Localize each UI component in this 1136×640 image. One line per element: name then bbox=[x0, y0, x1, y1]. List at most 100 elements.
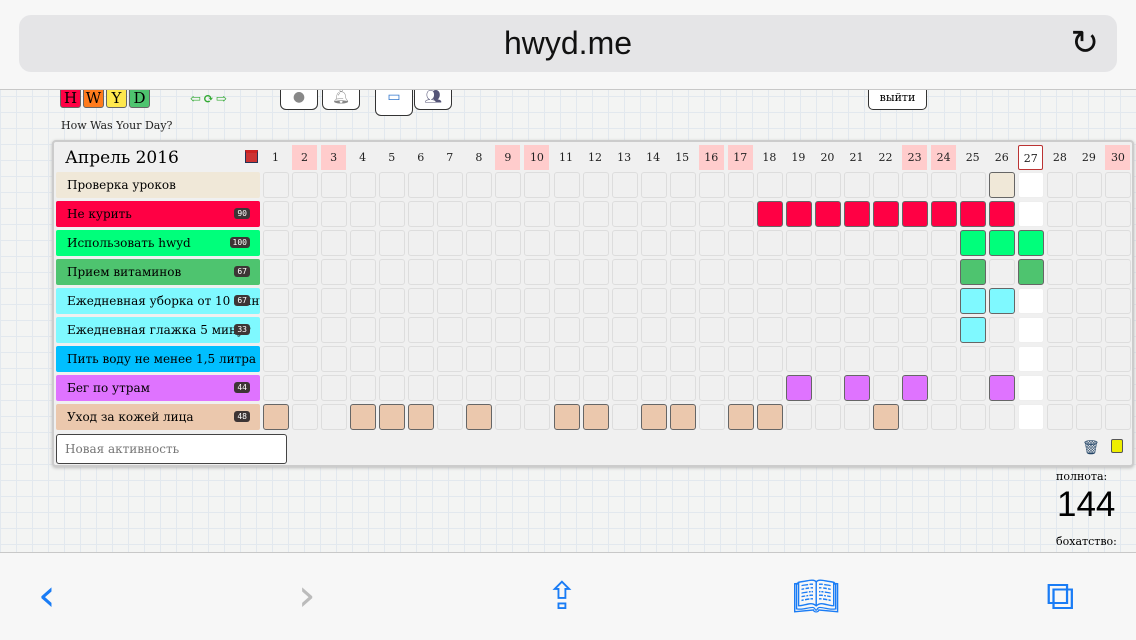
day-cell[interactable] bbox=[321, 375, 348, 401]
day-cell[interactable] bbox=[669, 317, 696, 343]
day-cell[interactable] bbox=[350, 230, 377, 256]
activity-label[interactable]: Прием витаминов 67 bbox=[56, 259, 260, 285]
day-cell[interactable] bbox=[379, 230, 406, 256]
day-cell[interactable] bbox=[1047, 288, 1074, 314]
day-cell[interactable] bbox=[321, 172, 348, 198]
day-cell[interactable] bbox=[960, 375, 987, 401]
day-cell[interactable] bbox=[524, 346, 551, 372]
forward-icon[interactable]: › bbox=[298, 571, 316, 621]
day-cell[interactable] bbox=[727, 230, 754, 256]
day-cell[interactable] bbox=[960, 404, 987, 430]
day-cell[interactable] bbox=[844, 375, 870, 401]
day-cell[interactable] bbox=[379, 172, 406, 198]
day-cell[interactable] bbox=[1076, 201, 1103, 227]
day-cell[interactable] bbox=[495, 259, 522, 285]
day-cell[interactable] bbox=[698, 201, 725, 227]
day-cell[interactable] bbox=[321, 317, 348, 343]
day-cell[interactable] bbox=[698, 288, 725, 314]
day-cell[interactable] bbox=[1076, 172, 1103, 198]
day-cell[interactable] bbox=[582, 230, 609, 256]
day-cell[interactable] bbox=[640, 346, 667, 372]
new-activity-input[interactable] bbox=[56, 434, 287, 464]
day-cell[interactable] bbox=[582, 404, 609, 430]
day-cell[interactable] bbox=[931, 201, 958, 227]
day-cell[interactable] bbox=[611, 230, 638, 256]
day-cell[interactable] bbox=[292, 259, 319, 285]
day-cell[interactable] bbox=[437, 259, 464, 285]
day-cell[interactable] bbox=[960, 259, 987, 285]
day-cell[interactable] bbox=[1105, 230, 1132, 256]
day-cell[interactable] bbox=[437, 375, 464, 401]
day-cell[interactable] bbox=[727, 346, 754, 372]
day-cell[interactable] bbox=[931, 404, 958, 430]
day-cell[interactable] bbox=[902, 346, 929, 372]
activity-label[interactable]: Ежедневная глажка 5 минут 33 bbox=[56, 317, 260, 343]
day-cell[interactable] bbox=[902, 404, 929, 430]
day-cell[interactable] bbox=[669, 172, 696, 198]
day-cell[interactable] bbox=[640, 201, 667, 227]
day-cell[interactable] bbox=[814, 375, 841, 401]
day-cell[interactable] bbox=[669, 404, 696, 430]
day-cell[interactable] bbox=[960, 172, 987, 198]
day-cell[interactable] bbox=[727, 201, 754, 227]
day-cell[interactable] bbox=[611, 346, 638, 372]
day-cell[interactable] bbox=[408, 317, 435, 343]
day-cell[interactable] bbox=[582, 317, 609, 343]
day-cell[interactable] bbox=[669, 259, 696, 285]
back-icon[interactable]: ‹ bbox=[38, 571, 56, 621]
day-cell[interactable] bbox=[553, 230, 580, 256]
day-cell[interactable] bbox=[756, 230, 783, 256]
day-cell[interactable] bbox=[292, 288, 319, 314]
day-cell[interactable] bbox=[756, 404, 783, 430]
day-cell[interactable] bbox=[727, 259, 754, 285]
day-cell[interactable] bbox=[785, 317, 812, 343]
day-cell[interactable] bbox=[379, 346, 406, 372]
day-cell[interactable] bbox=[1076, 346, 1103, 372]
day-cell[interactable] bbox=[698, 375, 725, 401]
day-cell[interactable] bbox=[408, 288, 435, 314]
day-cell[interactable] bbox=[960, 346, 987, 372]
day-cell[interactable] bbox=[727, 172, 754, 198]
day-cell[interactable] bbox=[524, 230, 551, 256]
day-cell[interactable] bbox=[814, 201, 841, 227]
day-cell[interactable] bbox=[495, 317, 522, 343]
bookmarks-icon[interactable]: 📖︎ bbox=[792, 571, 840, 621]
day-cell[interactable] bbox=[1076, 317, 1103, 343]
day-cell[interactable] bbox=[524, 288, 551, 314]
day-cell[interactable] bbox=[814, 259, 841, 285]
day-cell[interactable] bbox=[785, 288, 812, 314]
day-cell[interactable] bbox=[611, 288, 638, 314]
day-cell[interactable] bbox=[814, 317, 841, 343]
day-cell[interactable] bbox=[553, 259, 580, 285]
day-cell[interactable] bbox=[844, 201, 870, 227]
day-cell[interactable] bbox=[756, 288, 783, 314]
day-cell[interactable] bbox=[1105, 259, 1132, 285]
day-cell[interactable] bbox=[1076, 404, 1103, 430]
activity-label[interactable]: Использовать hwyd 100 bbox=[56, 230, 260, 256]
day-cell[interactable] bbox=[873, 201, 900, 227]
day-cell[interactable] bbox=[466, 172, 493, 198]
day-cell[interactable] bbox=[844, 172, 870, 198]
day-cell[interactable] bbox=[553, 288, 580, 314]
day-cell[interactable] bbox=[727, 317, 754, 343]
day-cell[interactable] bbox=[785, 259, 812, 285]
day-cell[interactable] bbox=[669, 346, 696, 372]
day-cell[interactable] bbox=[902, 201, 929, 227]
day-cell[interactable] bbox=[1018, 201, 1045, 227]
day-cell[interactable] bbox=[640, 230, 667, 256]
day-cell[interactable] bbox=[989, 375, 1016, 401]
day-cell[interactable] bbox=[1105, 172, 1132, 198]
day-cell[interactable] bbox=[408, 404, 435, 430]
day-cell[interactable] bbox=[1047, 259, 1074, 285]
day-cell[interactable] bbox=[408, 172, 435, 198]
day-cell[interactable] bbox=[350, 346, 377, 372]
day-cell[interactable] bbox=[350, 288, 377, 314]
day-cell[interactable] bbox=[669, 201, 696, 227]
day-cell[interactable] bbox=[902, 375, 929, 401]
day-cell[interactable] bbox=[1105, 375, 1132, 401]
day-cell[interactable] bbox=[321, 404, 348, 430]
day-cell[interactable] bbox=[350, 317, 377, 343]
day-cell[interactable] bbox=[321, 230, 348, 256]
day-cell[interactable] bbox=[698, 259, 725, 285]
day-cell[interactable] bbox=[611, 172, 638, 198]
